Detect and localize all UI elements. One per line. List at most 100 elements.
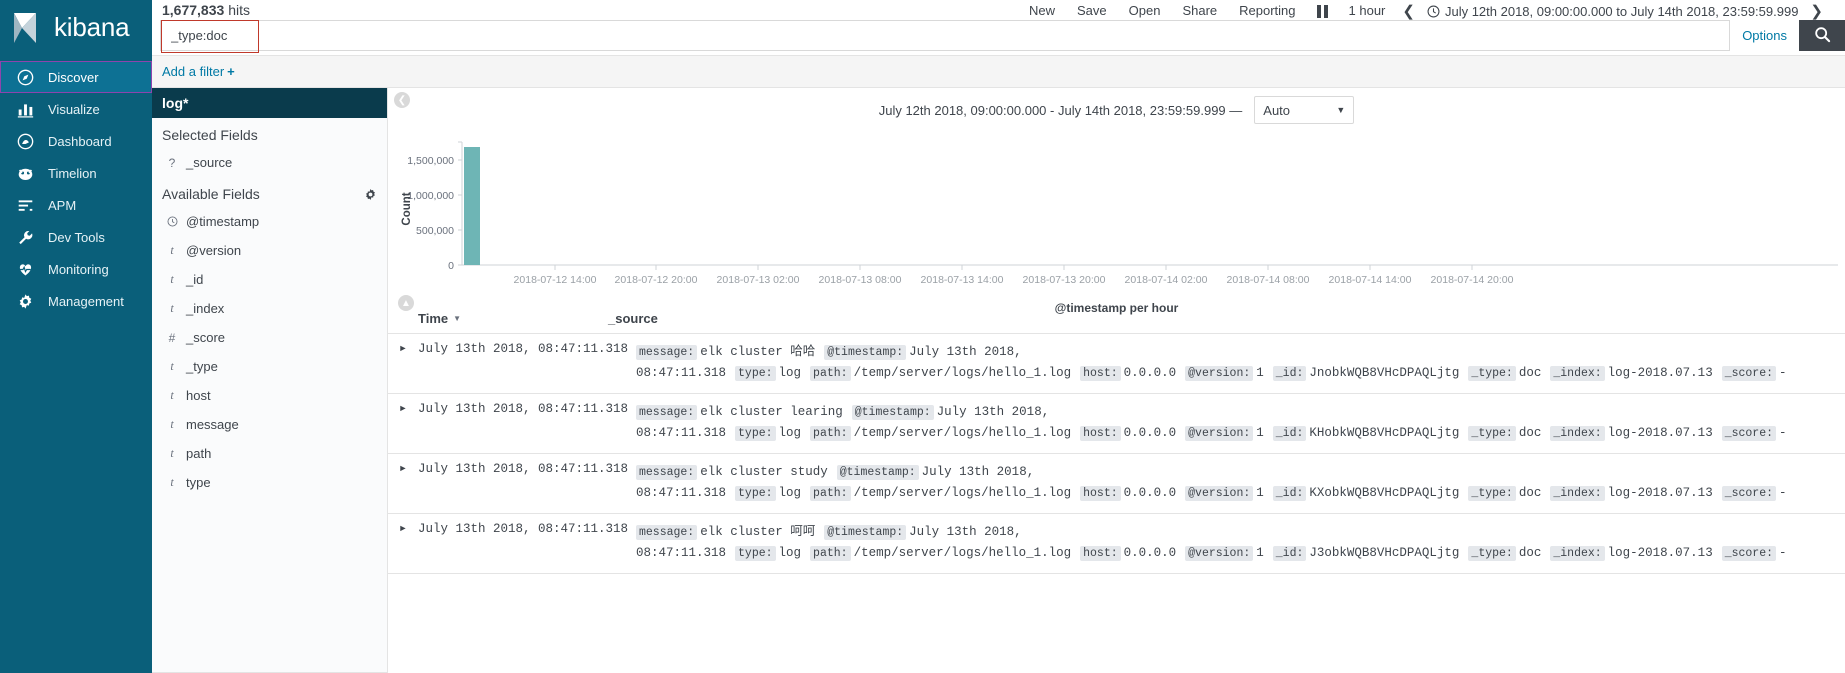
table-row[interactable]: ► July 13th 2018, 08:47:11.318 message: e… (388, 454, 1845, 514)
save-button[interactable]: Save (1066, 2, 1118, 20)
brand[interactable]: kibana (0, 0, 152, 55)
caret-down-icon[interactable]: ▼ (453, 314, 461, 323)
compass-icon (14, 69, 36, 86)
sidebar-item-visualize[interactable]: Visualize (0, 93, 152, 125)
field-key: _score: (1721, 546, 1777, 561)
field-name: _source (186, 155, 233, 170)
row-source: message: elk cluster 哈哈 @timestamp: July 13… (608, 342, 1845, 384)
sidebar-item-management[interactable]: Management (0, 285, 152, 317)
field-item-version[interactable]: t @version (152, 236, 387, 265)
field-item-_id[interactable]: t _id (152, 265, 387, 294)
field-value: log-2018.07.13 (1607, 426, 1713, 440)
options-button[interactable]: Options (1730, 20, 1799, 51)
column-header-label: Time (418, 311, 449, 326)
open-button[interactable]: Open (1118, 2, 1172, 20)
index-pattern-selector[interactable]: log* (152, 88, 387, 118)
add-filter-button[interactable]: Add a filter + (162, 64, 235, 79)
field-value: 1 (1256, 546, 1264, 560)
field-value: - (1779, 366, 1787, 380)
table-row[interactable]: ► July 13th 2018, 08:47:11.318 message: e… (388, 394, 1845, 454)
search-input-wrapper[interactable] (160, 20, 1731, 53)
field-name: @version (186, 243, 242, 258)
field-item-_index[interactable]: t _index (152, 294, 387, 323)
field-item-type[interactable]: t type (152, 468, 387, 497)
field-value: - (1779, 546, 1787, 560)
chevron-left-icon[interactable]: ❮ (1396, 2, 1421, 20)
sidebar-item-timelion[interactable]: Timelion (0, 157, 152, 189)
sidebar-item-discover[interactable]: Discover (0, 61, 152, 93)
clock-icon (1427, 5, 1440, 18)
field-type-string-icon: t (170, 475, 174, 489)
new-button[interactable]: New (1018, 2, 1066, 20)
reporting-button[interactable]: Reporting (1228, 2, 1306, 20)
table-row[interactable]: ► July 13th 2018, 08:47:11.318 message: e… (388, 334, 1845, 394)
discover-body: log* Selected Fields ? _source Available… (152, 88, 1845, 673)
time-picker-button[interactable]: July 12th 2018, 09:00:00.000 to July 14t… (1421, 4, 1804, 19)
table-row[interactable]: ► July 13th 2018, 08:47:11.318 message: e… (388, 514, 1845, 574)
histogram-svg[interactable]: 0 500,000 1,000,000 1,500,000 Count 2018… (388, 124, 1843, 299)
field-item-host[interactable]: t host (152, 381, 387, 410)
field-value: - (1779, 426, 1787, 440)
field-value: log-2018.07.13 (1607, 366, 1713, 380)
field-key: path: (810, 366, 851, 381)
field-value: elk cluster learing (700, 405, 843, 419)
field-value: /temp/server/logs/hello_1.log (853, 366, 1072, 380)
field-key: _score: (1721, 486, 1777, 501)
sidebar-item-dev-tools[interactable]: Dev Tools (0, 221, 152, 253)
apm-lines-icon (14, 197, 36, 214)
field-value: KXobkWQB8VHcDPAQLjtg (1309, 486, 1460, 500)
expand-row-button[interactable]: ► (388, 462, 418, 473)
field-key: @timestamp: (851, 405, 934, 420)
expand-row-button[interactable]: ► (388, 342, 418, 353)
field-key: @version: (1185, 426, 1254, 441)
chevron-right-icon[interactable]: ❯ (1804, 2, 1829, 20)
gear-icon (14, 293, 36, 310)
field-item-_source[interactable]: ? _source (152, 148, 387, 177)
bar-chart-icon (14, 101, 36, 118)
row-time: July 13th 2018, 08:47:11.318 (418, 402, 629, 416)
field-type-date-icon (162, 215, 182, 229)
field-value: 0.0.0.0 (1123, 486, 1177, 500)
sidebar-item-monitoring[interactable]: Monitoring (0, 253, 152, 285)
sidebar-item-label: APM (48, 197, 77, 213)
documents-table: ▲ Time ▼ _source ► July 13th 2018, 08:47… (388, 295, 1845, 574)
field-type-string-icon: t (170, 272, 174, 286)
field-key: _type: (1468, 366, 1516, 381)
svg-text:2018-07-13 02:00: 2018-07-13 02:00 (717, 274, 800, 286)
pause-icon[interactable] (1307, 4, 1338, 18)
field-key: host: (1080, 426, 1121, 441)
field-type-string-icon: t (170, 359, 174, 373)
field-name: message (186, 417, 239, 432)
field-value: 0.0.0.0 (1123, 366, 1177, 380)
sidebar-item-apm[interactable]: APM (0, 189, 152, 221)
field-key: _id: (1272, 426, 1307, 441)
refresh-interval-button[interactable]: 1 hour (1338, 2, 1397, 20)
kibana-discover-app: kibana Discover Visualize Dashboard Time… (0, 0, 1845, 673)
field-value: doc (1518, 546, 1542, 560)
column-header-time[interactable]: Time ▼ (388, 311, 608, 326)
field-value: elk cluster 呵呵 (700, 525, 816, 539)
field-key: _score: (1721, 366, 1777, 381)
interval-select[interactable]: Auto ▼ (1254, 96, 1355, 124)
search-button[interactable] (1799, 20, 1845, 51)
field-item-message[interactable]: t message (152, 410, 387, 439)
expand-row-button[interactable]: ► (388, 522, 418, 533)
query-bar: Options (160, 20, 1845, 53)
expand-row-button[interactable]: ► (388, 402, 418, 413)
sidebar-item-dashboard[interactable]: Dashboard (0, 125, 152, 157)
sidebar-item-label: Monitoring (48, 261, 109, 277)
field-item-_type[interactable]: t _type (152, 352, 387, 381)
field-name: _score (186, 330, 226, 345)
field-item-path[interactable]: t path (152, 439, 387, 468)
share-button[interactable]: Share (1171, 2, 1228, 20)
discover-content: ❮ July 12th 2018, 09:00:00.000 - July 14… (388, 88, 1845, 673)
search-input[interactable] (161, 21, 1730, 50)
field-key: message: (636, 465, 698, 480)
field-key: type: (735, 366, 776, 381)
field-item-timestamp[interactable]: @timestamp (152, 207, 387, 236)
histogram-chart: 0 500,000 1,000,000 1,500,000 Count 2018… (388, 124, 1845, 315)
gear-icon[interactable] (364, 188, 377, 201)
field-item-_score[interactable]: # _score (152, 323, 387, 352)
collapse-chart-button[interactable]: ▲ (398, 295, 414, 311)
field-key: message: (636, 525, 698, 540)
